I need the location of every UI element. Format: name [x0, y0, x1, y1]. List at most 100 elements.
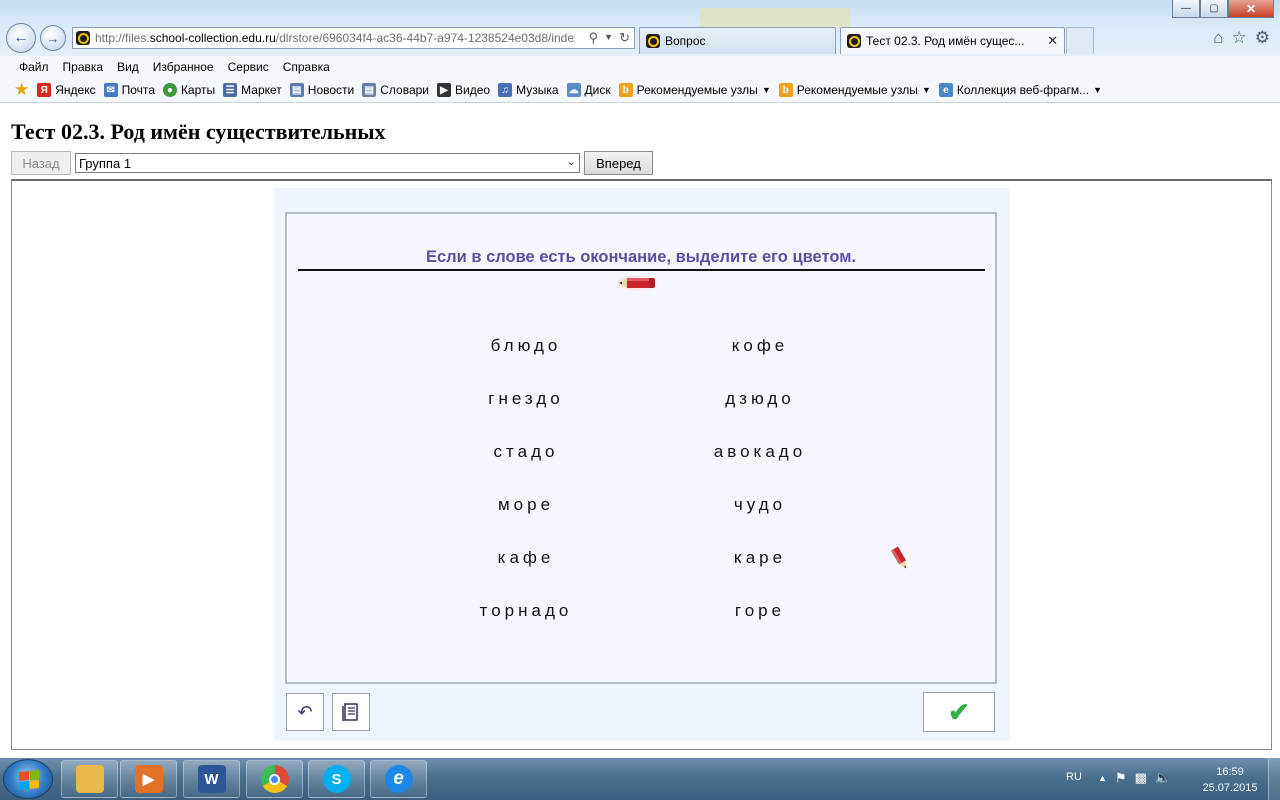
fav-recommended-2[interactable]: b Рекомендуемые узлы ▼: [778, 83, 931, 97]
taskbar-ie[interactable]: e: [370, 760, 427, 798]
site-favicon-icon: [76, 31, 90, 45]
address-bar[interactable]: http://files.school-collection.edu.ru/dl…: [72, 27, 635, 49]
gear-icon[interactable]: ⚙: [1255, 28, 1270, 48]
browser-toolbar-icons: ⌂ ☆ ⚙: [1213, 28, 1270, 48]
fav-news[interactable]: ▤ Новости: [289, 83, 354, 97]
favorites-bar: ★ Я Яндекс ✉ Почта ● Карты ☰ Маркет ▤ Новости…: [0, 78, 1280, 103]
fav-web-slices[interactable]: e Коллекция веб-фрагм... ▼: [938, 83, 1102, 97]
window-controls: — ▢ ✕: [1172, 0, 1274, 18]
fav-dictionary[interactable]: ▤ Словари: [362, 83, 429, 97]
pencil-tool-icon[interactable]: [616, 274, 658, 292]
action-center-flag-icon[interactable]: ⚑: [1115, 770, 1127, 786]
web-slice-icon: e: [938, 83, 953, 97]
tab-favicon-icon: [646, 34, 660, 48]
tab-close-icon[interactable]: ✕: [1047, 33, 1058, 49]
browser-forward-button[interactable]: →: [40, 25, 66, 51]
window-title-highlight: [700, 8, 850, 28]
taskbar-word[interactable]: W: [183, 760, 240, 798]
ie-icon: e: [384, 765, 413, 793]
mail-icon: ✉: [103, 83, 118, 97]
minimize-button[interactable]: —: [1172, 0, 1200, 18]
fav-music[interactable]: ♫ Музыка: [498, 83, 559, 97]
word-right-3[interactable]: авокадо: [660, 442, 860, 462]
undo-button[interactable]: ↶: [286, 693, 324, 731]
fav-recommended-1[interactable]: b Рекомендуемые узлы ▼: [618, 83, 771, 97]
back-button[interactable]: Назад: [11, 151, 71, 175]
maximize-button[interactable]: ▢: [1200, 0, 1228, 18]
tab-label: Вопрос: [665, 34, 706, 48]
menu-favorites[interactable]: Избранное: [153, 60, 214, 74]
word-right-5[interactable]: каре: [660, 548, 860, 568]
fav-market[interactable]: ☰ Маркет: [223, 83, 282, 97]
word-left-6[interactable]: торнадо: [426, 601, 626, 621]
close-window-button[interactable]: ✕: [1228, 0, 1274, 18]
disk-icon: ☁: [566, 83, 581, 97]
windows-logo-icon: [19, 769, 39, 791]
address-actions: ⚲ ▼ ↻: [589, 30, 630, 46]
refresh-icon[interactable]: ↻: [619, 30, 630, 46]
check-answer-button[interactable]: ✔: [923, 692, 995, 732]
chevron-down-icon: ⌄: [566, 156, 576, 168]
word-right-2[interactable]: дзюдо: [660, 389, 860, 409]
fav-disk[interactable]: ☁ Диск: [566, 83, 611, 97]
fav-mail[interactable]: ✉ Почта: [103, 83, 155, 97]
menu-edit[interactable]: Правка: [63, 60, 104, 74]
network-signal-icon[interactable]: ▩: [1135, 770, 1147, 786]
test-navigation: Назад Группа 1 ⌄ Вперед: [11, 151, 653, 175]
music-icon: ♫: [498, 83, 513, 97]
yandex-icon: Я: [37, 83, 52, 97]
start-button[interactable]: [3, 759, 53, 799]
taskbar-skype[interactable]: S: [308, 760, 365, 798]
maps-icon: ●: [162, 83, 177, 97]
word-left-2[interactable]: гнездо: [426, 389, 626, 409]
dropdown-arrow-icon[interactable]: ▼: [604, 30, 613, 46]
word-left-5[interactable]: кафе: [426, 548, 626, 568]
tab-test[interactable]: Тест 02.3. Род имён сущес... ✕: [840, 27, 1065, 54]
taskbar-chrome[interactable]: [246, 760, 303, 798]
arrow-right-icon: →: [46, 30, 60, 46]
word-icon: W: [197, 765, 226, 793]
media-player-icon: ▶: [134, 765, 163, 793]
browser-back-button[interactable]: ←: [6, 23, 36, 53]
fav-video[interactable]: ▶ Видео: [437, 83, 490, 97]
fav-yandex[interactable]: Я Яндекс: [37, 83, 96, 97]
menu-help[interactable]: Справка: [283, 60, 330, 74]
menu-view[interactable]: Вид: [117, 60, 139, 74]
dictionary-icon: ▤: [362, 83, 377, 97]
show-hidden-icons-icon[interactable]: ▲: [1098, 770, 1107, 786]
taskbar-explorer[interactable]: [61, 760, 118, 798]
new-tab-button[interactable]: [1066, 27, 1094, 54]
tab-question[interactable]: Вопрос: [639, 27, 836, 54]
word-right-6[interactable]: горе: [660, 601, 860, 621]
reference-button[interactable]: [332, 693, 370, 731]
forward-button[interactable]: Вперед: [584, 151, 653, 175]
language-indicator[interactable]: RU: [1066, 771, 1082, 783]
taskbar-media-player[interactable]: ▶: [120, 760, 177, 798]
word-left-3[interactable]: стадо: [426, 442, 626, 462]
fav-maps[interactable]: ● Карты: [162, 83, 215, 97]
book-icon: [342, 703, 358, 721]
menu-tools[interactable]: Сервис: [228, 60, 269, 74]
windows-taskbar: ▶ W S e RU ▲ ⚑ ▩ 🔈 16:59 25.07.2015: [0, 758, 1280, 800]
show-desktop-button[interactable]: [1268, 758, 1280, 800]
group-select[interactable]: Группа 1 ⌄: [75, 153, 580, 173]
menu-file[interactable]: Файл: [19, 60, 49, 74]
word-left-1[interactable]: блюдо: [426, 336, 626, 356]
add-favorite-star-icon[interactable]: ★: [14, 80, 29, 100]
home-icon[interactable]: ⌂: [1213, 28, 1223, 48]
news-icon: ▤: [289, 83, 304, 97]
video-icon: ▶: [437, 83, 452, 97]
favorites-star-icon[interactable]: ☆: [1232, 28, 1247, 48]
word-right-4[interactable]: чудо: [660, 495, 860, 515]
word-right-1[interactable]: кофе: [660, 336, 860, 356]
search-icon[interactable]: ⚲: [589, 30, 599, 46]
skype-icon: S: [322, 765, 351, 793]
system-clock[interactable]: 16:59 25.07.2015: [1200, 764, 1260, 796]
url-text[interactable]: http://files.school-collection.edu.ru/dl…: [95, 31, 575, 45]
word-left-4[interactable]: море: [426, 495, 626, 515]
volume-icon[interactable]: 🔈: [1155, 770, 1171, 786]
page-title: Тест 02.3. Род имён существительных: [11, 119, 386, 144]
dropdown-caret-icon: ▼: [1093, 85, 1102, 95]
market-icon: ☰: [223, 83, 238, 97]
clock-date: 25.07.2015: [1202, 782, 1258, 794]
